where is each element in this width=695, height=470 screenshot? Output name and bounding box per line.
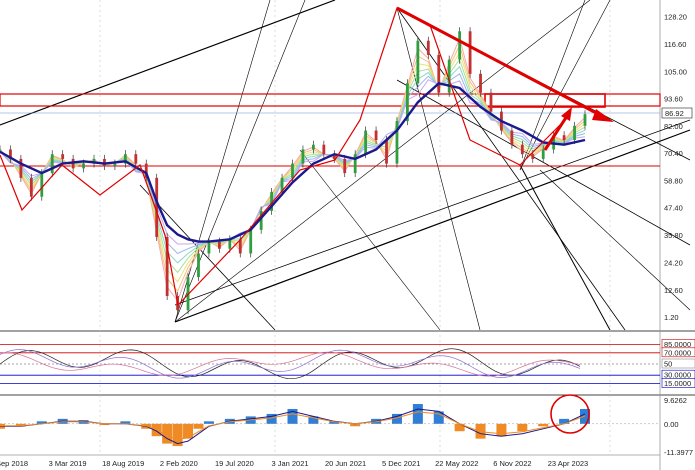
oscillator-level-label: 70.0000 xyxy=(664,348,691,357)
macd-tick-label: 9.6262 xyxy=(664,396,687,405)
price-candle xyxy=(562,135,566,140)
price-tick-label: 105.00 xyxy=(664,67,687,76)
macd-tick-label: 0.00 xyxy=(664,420,679,429)
price-candle xyxy=(61,154,65,159)
price-candle xyxy=(322,144,326,155)
date-tick-label: 3 Mar 2019 xyxy=(49,459,87,468)
price-candle xyxy=(479,73,482,93)
price-candle xyxy=(40,173,44,197)
macd-bar xyxy=(193,423,204,429)
macd-axis: 9.6262 0.00 -11.3977 xyxy=(664,396,693,457)
oscillator-level-label: 50 xyxy=(664,360,672,369)
price-tick-label: 58.80 xyxy=(664,177,683,186)
price-tick-label: 35.80 xyxy=(664,231,683,240)
price-candle xyxy=(228,239,232,249)
price-tick-label: 128.20 xyxy=(664,13,687,22)
date-tick-label: 23 Apr 2023 xyxy=(548,459,588,468)
date-tick-label: 20 Jun 2021 xyxy=(325,459,366,468)
price-candle xyxy=(573,125,576,140)
macd-bar xyxy=(517,423,528,432)
price-candle xyxy=(426,40,430,55)
price-candle xyxy=(458,31,462,60)
chart: 128.20 116.60 105.00 93.60 82.00 70.40 58.80 47… xyxy=(0,0,695,470)
price-tick-label: 47.40 xyxy=(664,204,683,213)
price-candle xyxy=(510,130,514,145)
price-panel xyxy=(0,0,660,330)
price-candle xyxy=(531,154,535,159)
price-candle xyxy=(113,163,117,166)
price-candle xyxy=(134,154,138,164)
price-candle xyxy=(374,130,378,140)
price-candle xyxy=(437,54,441,93)
price-candle xyxy=(291,163,294,178)
price-tick-label: 1.20 xyxy=(664,313,679,322)
date-tick-label: 19 Jul 2020 xyxy=(215,459,254,468)
price-candle xyxy=(249,229,253,254)
price-candle xyxy=(217,241,221,249)
macd-bar xyxy=(412,404,423,424)
price-candle xyxy=(311,144,315,150)
current-price-tag: 86.92 xyxy=(661,107,693,119)
date-axis: Sep 2018 3 Mar 2019 18 Aug 2019 2 Feb 2020 1… xyxy=(0,459,588,468)
macd-bar xyxy=(203,421,214,424)
price-candle xyxy=(489,92,493,112)
date-tick-label: 22 May 2022 xyxy=(435,459,478,468)
price-candle xyxy=(416,40,420,84)
macd-bar xyxy=(183,423,194,439)
price-candle xyxy=(301,149,305,164)
price-candle xyxy=(468,31,472,74)
oscillator-level-label: 15.0000 xyxy=(664,379,691,388)
macd-bar xyxy=(496,423,507,437)
price-candle xyxy=(50,154,54,174)
price-candle xyxy=(343,158,347,174)
price-candle xyxy=(82,163,85,169)
date-tick-label: 18 Aug 2019 xyxy=(102,459,144,468)
price-candle xyxy=(353,154,357,174)
price-tick-label: 82.00 xyxy=(664,122,683,131)
date-tick-label: 6 Nov 2022 xyxy=(493,459,531,468)
date-tick-label: Sep 2018 xyxy=(0,459,28,468)
price-tick-label: 12.60 xyxy=(664,286,683,295)
macd-bar xyxy=(559,418,570,424)
macd-tick-label: -11.3977 xyxy=(664,448,693,457)
price-candle xyxy=(583,114,587,126)
price-tick-label: 24.20 xyxy=(664,258,683,267)
svg-text:86.92: 86.92 xyxy=(665,109,684,118)
price-candle xyxy=(364,130,368,155)
price-tick-label: 70.40 xyxy=(664,149,683,158)
price-candle xyxy=(197,253,200,278)
price-candle xyxy=(29,177,33,197)
price-axis: 128.20 116.60 105.00 93.60 82.00 70.40 58.80 47… xyxy=(664,13,687,322)
price-tick-label: 93.60 xyxy=(664,94,683,103)
price-tick-label: 116.60 xyxy=(664,40,686,49)
date-tick-label: 3 Jan 2021 xyxy=(271,459,308,468)
price-candle xyxy=(541,149,545,159)
price-candle xyxy=(520,144,524,155)
macd-bar xyxy=(538,423,549,427)
price-candle xyxy=(207,241,211,254)
price-candle xyxy=(385,140,388,164)
date-tick-label: 5 Dec 2021 xyxy=(382,459,420,468)
date-tick-label: 2 Feb 2020 xyxy=(160,459,198,468)
price-candle xyxy=(0,149,2,151)
